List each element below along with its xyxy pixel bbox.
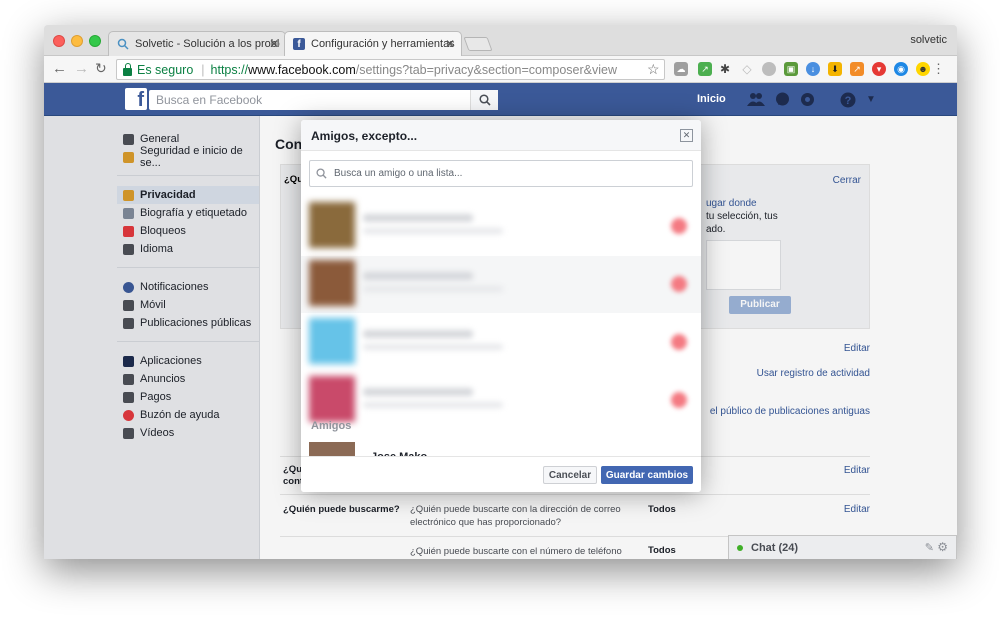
tab-facebook-settings[interactable]: f Configuración y herramientas de ✕ [284, 31, 462, 56]
blurred-friend-name [363, 388, 473, 396]
remove-friend-icon[interactable] [671, 218, 687, 234]
blurred-friend-info [363, 286, 503, 292]
avatar [309, 260, 355, 306]
extension-gear-icon[interactable]: ✱ [718, 62, 732, 76]
messages-icon[interactable] [775, 92, 790, 110]
back-icon[interactable]: ← [52, 60, 67, 77]
extension-cloud-icon[interactable]: ☁ [674, 62, 688, 76]
remove-friend-icon[interactable] [671, 334, 687, 350]
friend-search-input[interactable]: Busca un amigo o una lista... [309, 160, 693, 187]
dialog-title: Amigos, excepto... [311, 129, 418, 143]
extension-tag-icon[interactable]: ◇ [740, 62, 754, 76]
dialog-footer: Cancelar Guardar cambios [301, 456, 701, 492]
reload-icon[interactable]: ↻ [95, 60, 107, 77]
blurred-friend-info [363, 344, 503, 350]
friend-requests-icon[interactable] [747, 92, 765, 109]
section-label: Amigos [311, 420, 352, 432]
extension-chart-icon[interactable]: ↗ [850, 62, 864, 76]
tab-title: Configuración y herramientas de [311, 38, 456, 50]
remove-friend-icon[interactable] [671, 392, 687, 408]
extension-doc-icon[interactable]: ▣ [784, 62, 798, 76]
lock-icon [123, 62, 132, 76]
notifications-globe-icon[interactable] [800, 92, 815, 110]
extension-download-icon[interactable]: ↓ [806, 62, 820, 76]
cancel-button[interactable]: Cancelar [543, 466, 597, 484]
extension-shield-icon[interactable]: ▾ [872, 62, 886, 76]
bookmark-star-icon[interactable]: ☆ [647, 61, 660, 78]
blurred-friend-name [363, 272, 473, 280]
facebook-header: f Busca en Facebook Inicio ? ▼ [44, 83, 957, 116]
new-tab-button[interactable] [463, 37, 493, 51]
friends-except-dialog: Amigos, excepto... ✕ Busca un amigo o un… [301, 120, 701, 492]
excluded-friend-row[interactable] [301, 256, 701, 313]
browser-menu-icon[interactable]: ⋮ [932, 61, 945, 77]
blurred-friend-name [363, 330, 473, 338]
browser-window: Solvetic - Solución a los proble ✕ f Con… [44, 25, 957, 559]
tab-title: Solvetic - Solución a los proble [135, 38, 280, 50]
search-button[interactable] [470, 90, 498, 110]
remove-friend-icon[interactable] [671, 276, 687, 292]
account-menu-chevron-icon[interactable]: ▼ [866, 94, 876, 105]
facebook-search-input[interactable]: Busca en Facebook [149, 90, 498, 110]
excluded-friend-row[interactable] [301, 314, 701, 371]
search-icon [478, 94, 491, 106]
minimize-window-button[interactable] [71, 35, 83, 47]
profile-name[interactable]: solvetic [910, 34, 947, 46]
url-protocol: https:// [210, 62, 249, 77]
extension-badge-icon[interactable]: ↗ [698, 62, 712, 76]
save-changes-button[interactable]: Guardar cambios [601, 466, 693, 484]
secure-indicator[interactable]: Es seguro [123, 62, 193, 77]
tab-bar: Solvetic - Solución a los proble ✕ f Con… [44, 25, 957, 56]
solvetic-icon [117, 38, 129, 50]
home-link[interactable]: Inicio [697, 93, 726, 105]
url-path: /settings?tab=privacy&section=composer&v… [355, 62, 617, 77]
blurred-friend-info [363, 228, 503, 234]
extension-globe-icon[interactable] [762, 62, 776, 76]
extension-smile-icon[interactable]: ☻ [916, 62, 930, 76]
close-tab-icon[interactable]: ✕ [445, 37, 455, 51]
close-icon[interactable]: ✕ [680, 129, 693, 142]
maximize-window-button[interactable] [89, 35, 101, 47]
extension-circle-icon[interactable]: ◉ [894, 62, 908, 76]
extension-arrow-icon[interactable]: ⬇ [828, 62, 842, 76]
forward-icon[interactable]: → [74, 60, 89, 77]
close-window-button[interactable] [53, 35, 65, 47]
avatar [309, 318, 355, 364]
excluded-friend-row[interactable] [301, 372, 701, 429]
url-host: www.facebook.com [248, 62, 356, 77]
svg-text:?: ? [845, 95, 852, 107]
help-icon[interactable]: ? [840, 92, 856, 111]
address-bar[interactable]: Es seguro | https://www.facebook.com/set… [116, 59, 665, 80]
avatar [309, 202, 355, 248]
search-icon [316, 168, 327, 179]
excluded-friend-row[interactable] [301, 198, 701, 255]
facebook-icon: f [293, 38, 305, 50]
facebook-logo[interactable]: f [125, 88, 147, 111]
close-tab-icon[interactable]: ✕ [269, 37, 279, 51]
browser-toolbar: ← → ↻ Es seguro | https://www.facebook.c… [44, 56, 957, 83]
dialog-header: Amigos, excepto... ✕ [301, 120, 701, 151]
tab-solvetic[interactable]: Solvetic - Solución a los proble ✕ [108, 31, 286, 56]
avatar [309, 376, 355, 422]
blurred-friend-info [363, 402, 503, 408]
blurred-friend-name [363, 214, 473, 222]
